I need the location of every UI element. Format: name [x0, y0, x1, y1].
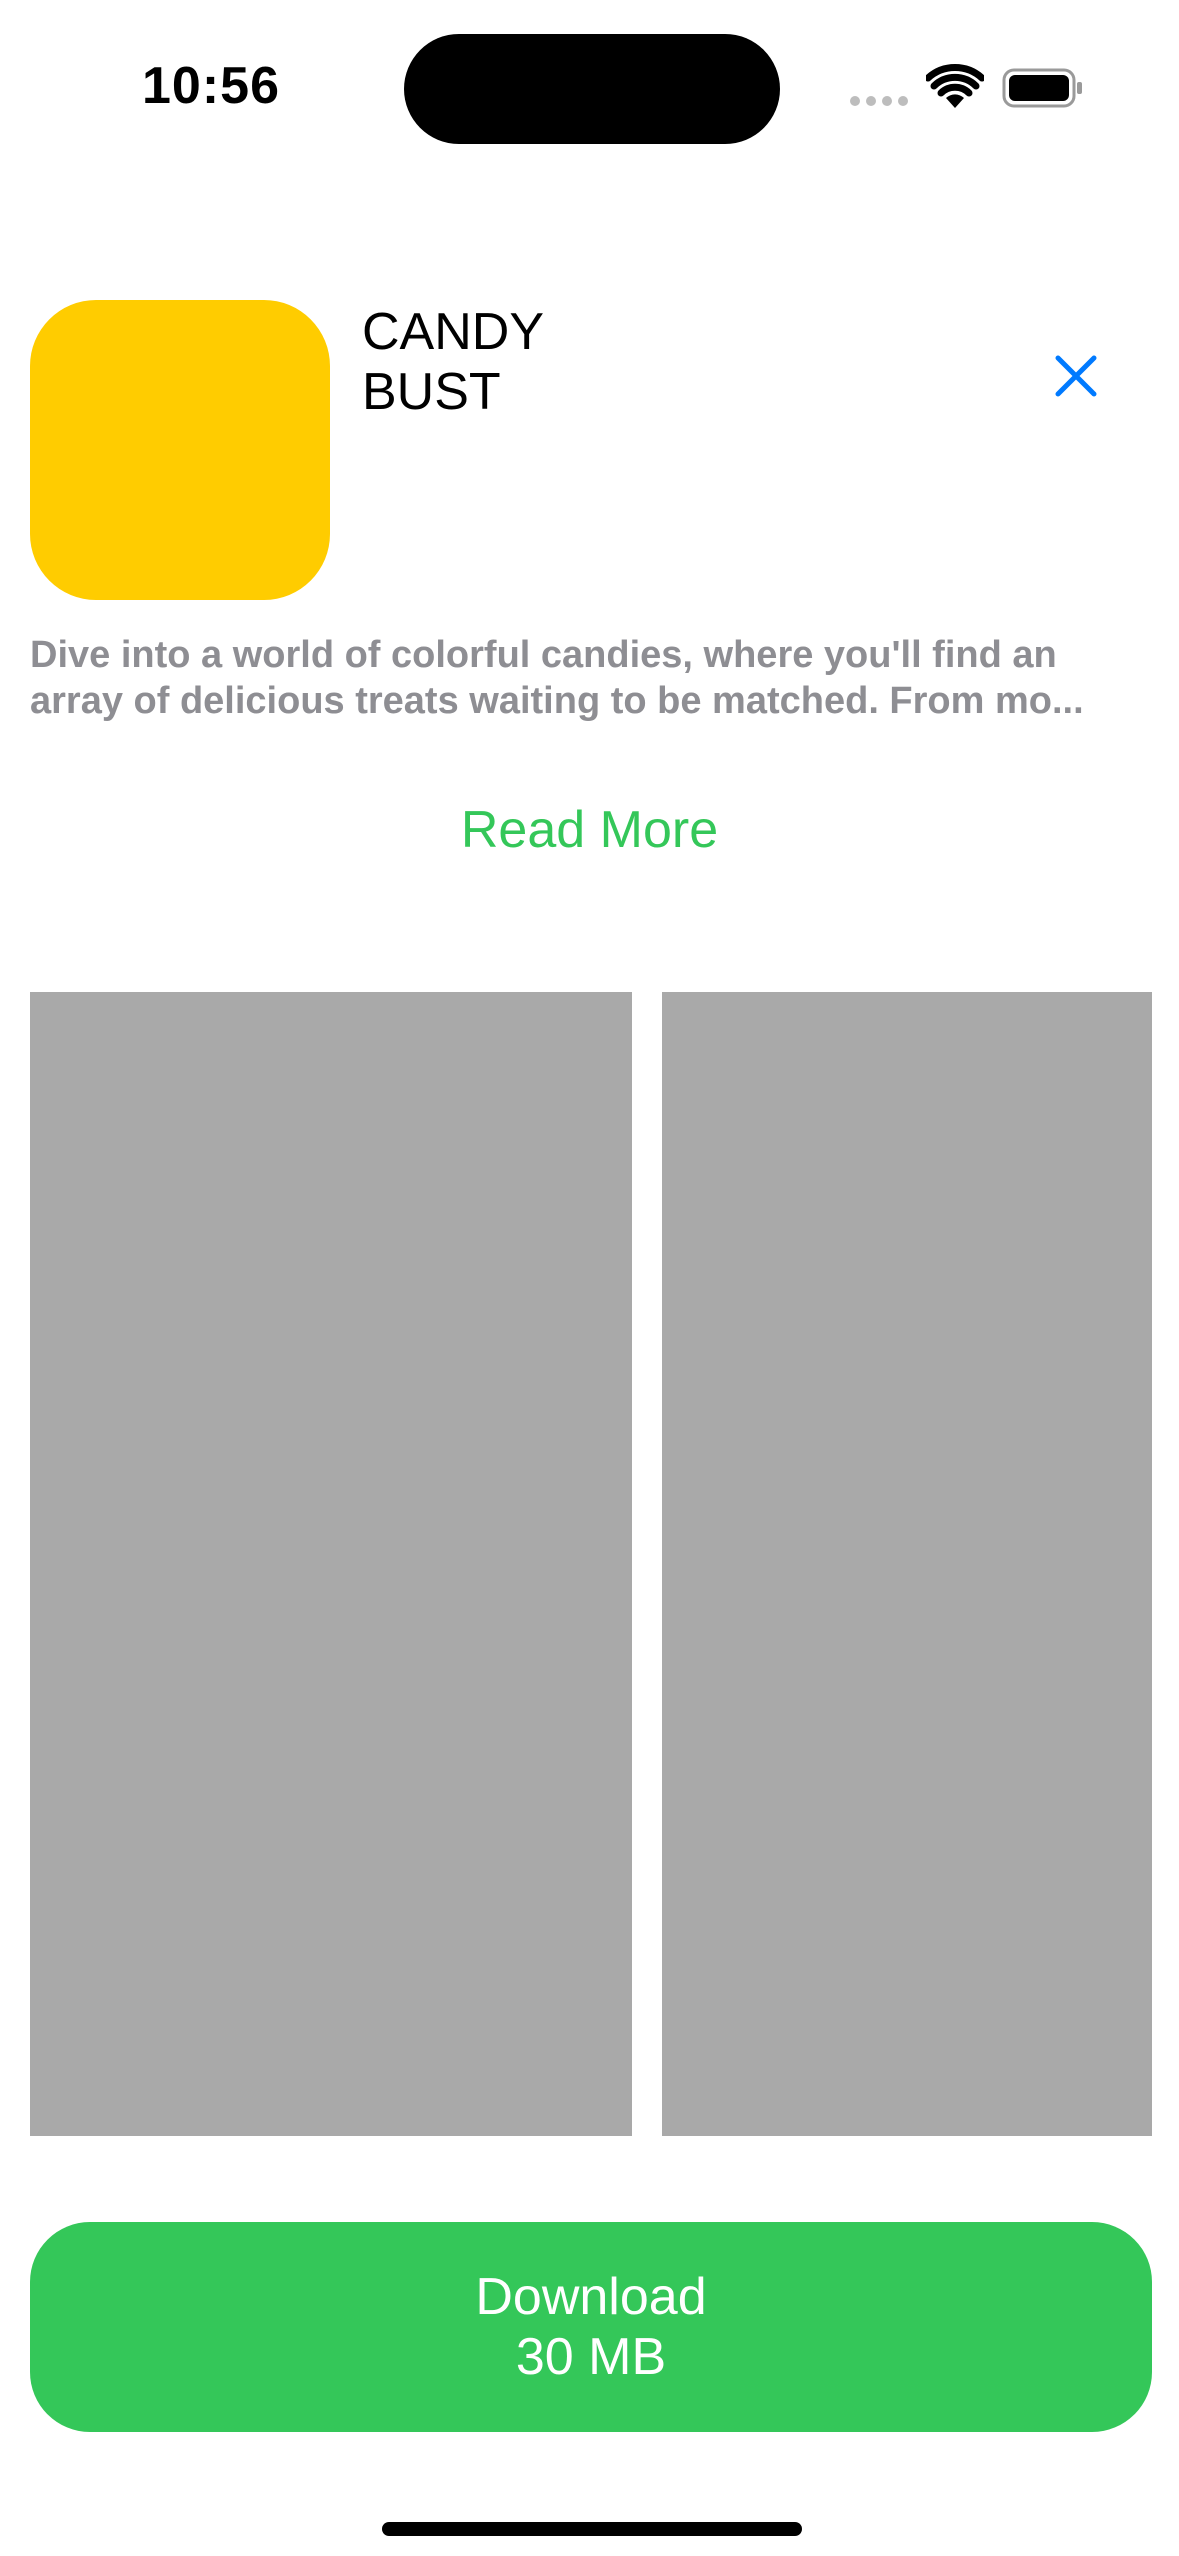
- read-more-button[interactable]: Read More: [0, 800, 1179, 860]
- home-indicator[interactable]: [382, 2522, 802, 2536]
- download-size: 30 MB: [515, 2328, 667, 2386]
- download-label: Download: [475, 2268, 707, 2326]
- close-button[interactable]: [1048, 348, 1104, 404]
- screenshot-placeholder[interactable]: [30, 992, 632, 2136]
- status-time: 10:56: [142, 57, 280, 115]
- app-description: Dive into a world of colorful candies, w…: [30, 634, 1084, 722]
- close-icon: [1055, 355, 1097, 397]
- app-title: CANDY BUST: [362, 302, 622, 422]
- app-title-text: CANDY BUST: [362, 303, 545, 421]
- dynamic-island: [404, 34, 780, 144]
- screenshot-placeholder[interactable]: [662, 992, 1152, 2136]
- cellular-signal-icon: [850, 96, 908, 106]
- app-icon: [30, 300, 330, 600]
- battery-icon: [1002, 68, 1082, 108]
- download-button[interactable]: Download 30 MB: [30, 2222, 1152, 2432]
- wifi-icon: [926, 64, 984, 108]
